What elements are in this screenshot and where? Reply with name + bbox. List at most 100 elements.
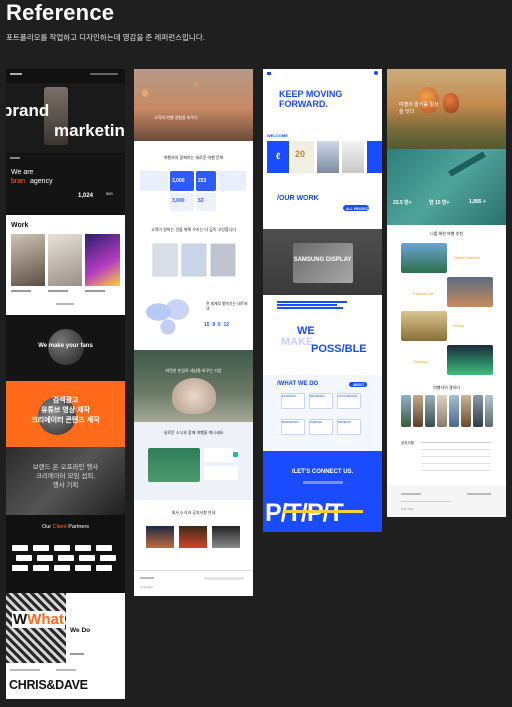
bottom-title: 회사 소식과 공지사항 안내 xyxy=(171,510,216,515)
card4-hero-balloons: 여행의 즐거움 일상을 잇다 xyxy=(387,69,506,149)
map-title: 전 세계로 뻗어가는 네트워크 xyxy=(206,302,248,311)
reference-card-agency-blue[interactable]: KEEP MOVING FORWARD. WELCOME ℓ 20 /OUR W… xyxy=(263,69,382,532)
client-logo xyxy=(16,555,32,561)
work-heading: Work xyxy=(11,222,29,229)
client-logo xyxy=(100,555,116,561)
recommend-thumb-3[interactable] xyxy=(401,311,447,341)
gallery-thumb[interactable] xyxy=(425,395,435,427)
stat2-value: 253 xyxy=(198,178,207,184)
stat-number: 1,024 xyxy=(78,193,94,199)
we-are-text: We are xyxy=(11,169,34,176)
client-logo xyxy=(33,545,49,551)
card3-we-make: WE MAKE POSS/BLE xyxy=(263,295,382,375)
our-text: Our xyxy=(41,524,52,530)
client-logo xyxy=(54,545,70,551)
list-title: 나를 위한 여행 추천 xyxy=(430,231,463,236)
client-logo xyxy=(12,545,28,551)
recommend-label-3: Sunny xyxy=(453,323,465,328)
hero-marketing-text: marketing xyxy=(54,121,125,140)
card1-fans: We make your fans xyxy=(6,317,125,381)
recommend-thumb-4[interactable] xyxy=(447,345,493,375)
partners-text: Partners xyxy=(68,524,90,530)
service-label: PLANNING xyxy=(282,394,297,398)
tour-stat-2: 연 15 만+ xyxy=(429,200,450,206)
card3-our-work: /OUR WORK ALL PROJECT xyxy=(263,185,382,229)
card2-footer: Copyright xyxy=(134,570,253,596)
client-logo xyxy=(54,565,70,571)
service-label: BRANDING xyxy=(310,394,325,398)
card3-connect: /LET'S CONNECT US. P/T/P/T xyxy=(263,451,382,532)
card1-orange-services: 검색광고 유튜브 영상 제작 크리에이터 콘텐츠 제작 xyxy=(6,381,125,447)
recommend-label-4: Glowing xyxy=(413,359,428,364)
agency-text: agency xyxy=(30,178,53,185)
stat-number-2: 500 xyxy=(106,191,113,196)
connect-heading: /LET'S CONNECT US. xyxy=(291,469,354,475)
bottom-thumb-1[interactable] xyxy=(146,526,174,548)
bottom-thumb-2[interactable] xyxy=(179,526,207,548)
card2-hands-photo: 따뜻한 손길로 세상을 바꾸는 기업 xyxy=(134,350,253,422)
stat1-value: 3,000 xyxy=(172,178,185,184)
gallery-thumb[interactable] xyxy=(401,395,411,427)
card4-airplane: 23.5 만+ 연 15 만+ 1,885 + xyxy=(387,149,506,225)
event-line-1: 브랜드 온·오프라인 행사 xyxy=(32,464,99,471)
news-card xyxy=(204,466,238,480)
stat3-value: 3,000 xyxy=(172,198,185,204)
client-logo xyxy=(12,565,28,571)
service-line-3: 크리에이터 콘텐츠 제작 xyxy=(31,417,100,424)
reference-card-travel[interactable]: 고객의 여행 경험을 바꾸다 여행자와 함께하는 새로운 여행 문화 3,000… xyxy=(134,69,253,596)
stats-title: 여행자와 함께하는 새로운 여행 문화 xyxy=(163,155,224,160)
client-logo xyxy=(75,565,91,571)
event-line-2: 크리에이터 모임 섭외, xyxy=(35,473,96,480)
card2-map: 전 세계로 뻗어가는 네트워크 15 8 5 12 xyxy=(134,284,253,350)
service-label: PUBLISH xyxy=(310,420,322,424)
reference-card-tour[interactable]: 여행의 즐거움 일상을 잇다 23.5 만+ 연 15 만+ 1,885 + 나… xyxy=(387,69,506,517)
card1-what-we-do: WWhat We Do xyxy=(6,593,125,665)
work-thumb-2[interactable] xyxy=(48,234,82,286)
gallery-thumb[interactable] xyxy=(437,395,447,427)
big-logo-text: P/T/P/T xyxy=(265,499,344,527)
page-title: Reference xyxy=(6,0,115,25)
gallery-thumb[interactable] xyxy=(473,395,483,427)
recommend-label-2: Fashion Art xyxy=(413,291,434,296)
our-work-heading: /OUR WORK xyxy=(277,195,319,202)
map-num-4: 12 xyxy=(223,322,230,328)
map-num-1: 15 xyxy=(204,322,210,328)
gallery-thumb[interactable] xyxy=(485,395,493,427)
footer-label: FOOTER xyxy=(401,507,414,511)
feature-card xyxy=(181,243,207,277)
reference-card-agency[interactable]: brand marketing We are bran agency 1,024… xyxy=(6,69,125,699)
event-line-3: 행사 기획 xyxy=(52,482,79,489)
keep-moving-text: KEEP MOVING FORWARD. xyxy=(279,89,343,109)
card4-gallery: 여행자의 갤러리 xyxy=(387,385,506,441)
we-do-text: We Do xyxy=(70,627,91,634)
card4-recommendations: 나를 위한 여행 추천 Global Fashion Fashion Art S… xyxy=(387,225,506,385)
work-thumb-1[interactable] xyxy=(11,234,45,286)
gallery-thumb[interactable] xyxy=(413,395,423,427)
notice-title: 공지사항 xyxy=(401,441,414,445)
news-title: 새로운 소식과 함께 여행을 떠나세요 xyxy=(163,430,224,435)
bottom-thumb-3[interactable] xyxy=(212,526,240,548)
service-line-1: 검색광고 xyxy=(52,397,79,404)
welcome-text: WELCOME xyxy=(267,133,288,138)
feature-card xyxy=(152,243,178,277)
what-we-do-heading: /WHAT WE DO xyxy=(277,381,319,387)
card1-hero: brand marketing xyxy=(6,83,125,153)
gallery-thumb[interactable] xyxy=(449,395,459,427)
gallery-thumb[interactable] xyxy=(461,395,471,427)
client-logo xyxy=(75,545,91,551)
stat-card xyxy=(218,171,246,191)
card1-clients: Our Client Partners xyxy=(6,515,125,593)
tour-stat-3: 1,885 + xyxy=(469,199,486,205)
client-logo xyxy=(79,555,95,561)
possible-text: POSS/BLE xyxy=(311,343,367,355)
map-num-2: 8 xyxy=(212,322,216,328)
work-thumb-3[interactable] xyxy=(85,234,120,286)
card1-work: Work xyxy=(6,215,125,315)
card3-what-we-do: /WHAT WE DO ABOUT PLANNING BRANDING UX/U… xyxy=(263,375,382,451)
footer-copyright: Copyright xyxy=(140,585,153,589)
recommend-thumb-2[interactable] xyxy=(447,277,493,307)
stat4-value: 53 xyxy=(198,198,204,204)
hero-brand-text: brand xyxy=(6,101,50,120)
recommend-thumb-1[interactable] xyxy=(401,243,447,273)
balloon-2 xyxy=(443,93,459,113)
